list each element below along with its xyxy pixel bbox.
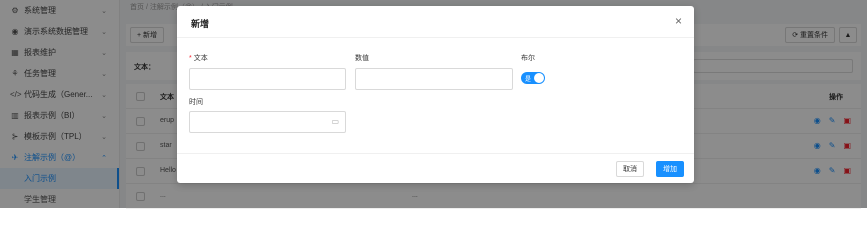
time-input[interactable]: ▭ xyxy=(189,111,346,133)
text-input[interactable] xyxy=(189,68,346,90)
modal-footer: 取消 增加 xyxy=(177,153,694,183)
modal-title: 新增 xyxy=(191,19,210,29)
modal-header: 新增 × xyxy=(177,6,694,38)
text-field-label: * 文本 xyxy=(189,55,208,62)
cancel-button[interactable]: 取消 xyxy=(616,161,644,177)
bool-switch[interactable]: 是 xyxy=(521,72,545,84)
value-field-label: 数值 xyxy=(355,55,369,62)
bool-field-label: 布尔 xyxy=(521,55,535,62)
switch-knob xyxy=(534,73,544,83)
close-icon[interactable]: × xyxy=(675,14,682,28)
time-field-label: 时间 xyxy=(189,99,203,106)
calendar-icon: ▭ xyxy=(331,117,339,126)
value-input[interactable] xyxy=(355,68,513,90)
switch-text: 是 xyxy=(525,77,532,83)
add-confirm-button[interactable]: 增加 xyxy=(656,161,684,177)
add-modal: 新增 × * 文本 数值 布尔 是 时间 ▭ 取消 增加 xyxy=(177,6,694,183)
